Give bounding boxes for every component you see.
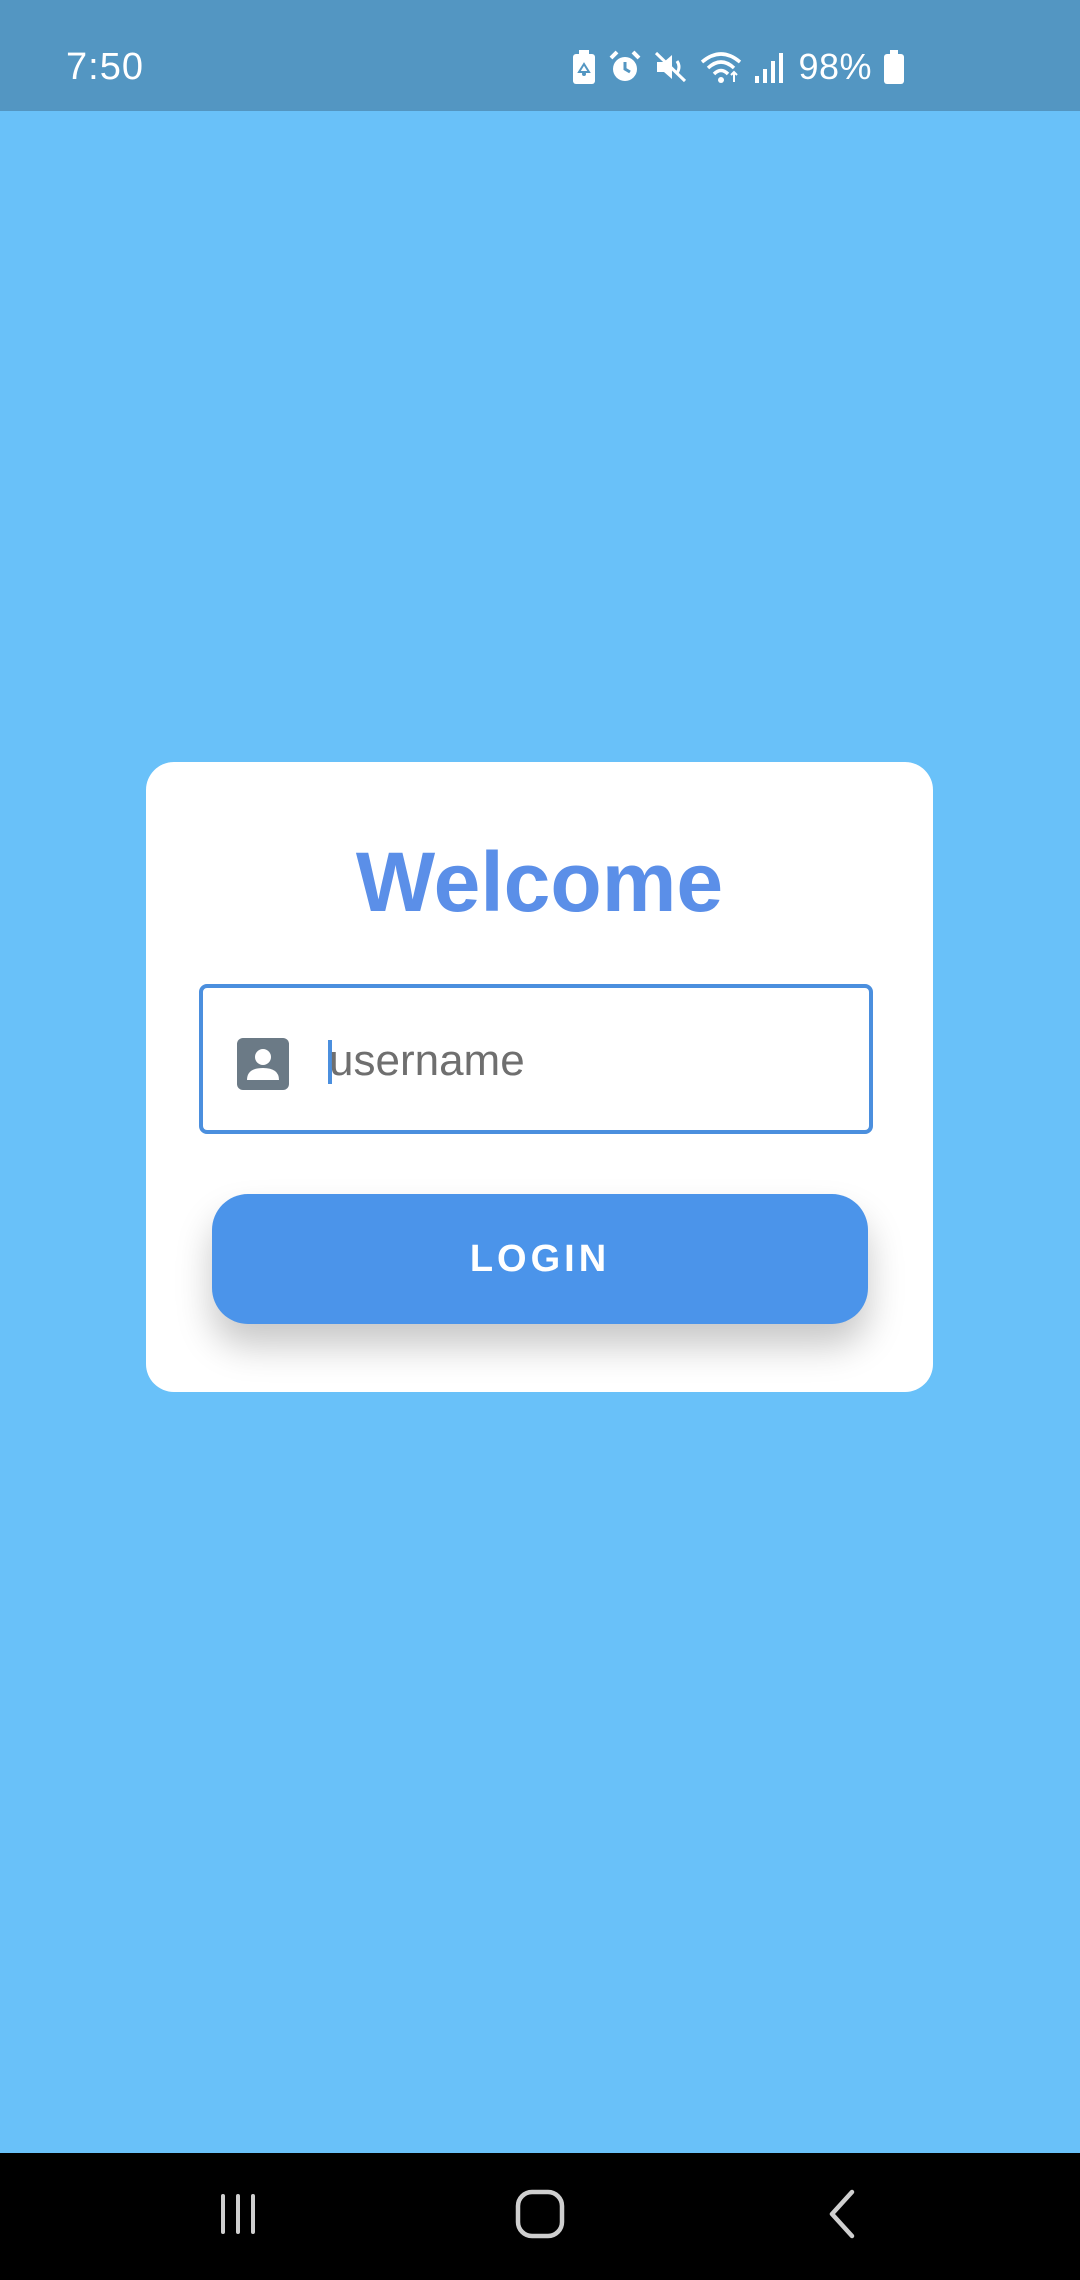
home-icon <box>514 2188 566 2245</box>
welcome-title: Welcome <box>355 835 724 929</box>
account-box-icon <box>237 1038 289 1090</box>
signal-icon <box>754 50 786 84</box>
alarm-icon <box>608 50 642 84</box>
battery-saver-icon <box>572 50 596 84</box>
wifi-icon <box>700 50 742 84</box>
status-icons: 98% <box>572 0 904 134</box>
mute-icon <box>654 50 688 84</box>
home-button[interactable] <box>460 2153 620 2280</box>
recent-apps-button[interactable] <box>158 2153 318 2280</box>
status-time: 7:50 <box>66 46 144 88</box>
login-card: Welcome LOGIN <box>146 762 933 1392</box>
username-field[interactable] <box>199 984 873 1134</box>
status-bar: 7:50 98% <box>0 0 1080 111</box>
login-button[interactable]: LOGIN <box>212 1194 868 1324</box>
recent-apps-icon <box>213 2189 263 2244</box>
navigation-bar <box>0 2153 1080 2280</box>
battery-percent: 98% <box>798 46 872 87</box>
battery-icon <box>884 50 904 84</box>
back-icon <box>822 2188 862 2245</box>
username-input[interactable] <box>329 1026 829 1096</box>
back-button[interactable] <box>762 2153 922 2280</box>
